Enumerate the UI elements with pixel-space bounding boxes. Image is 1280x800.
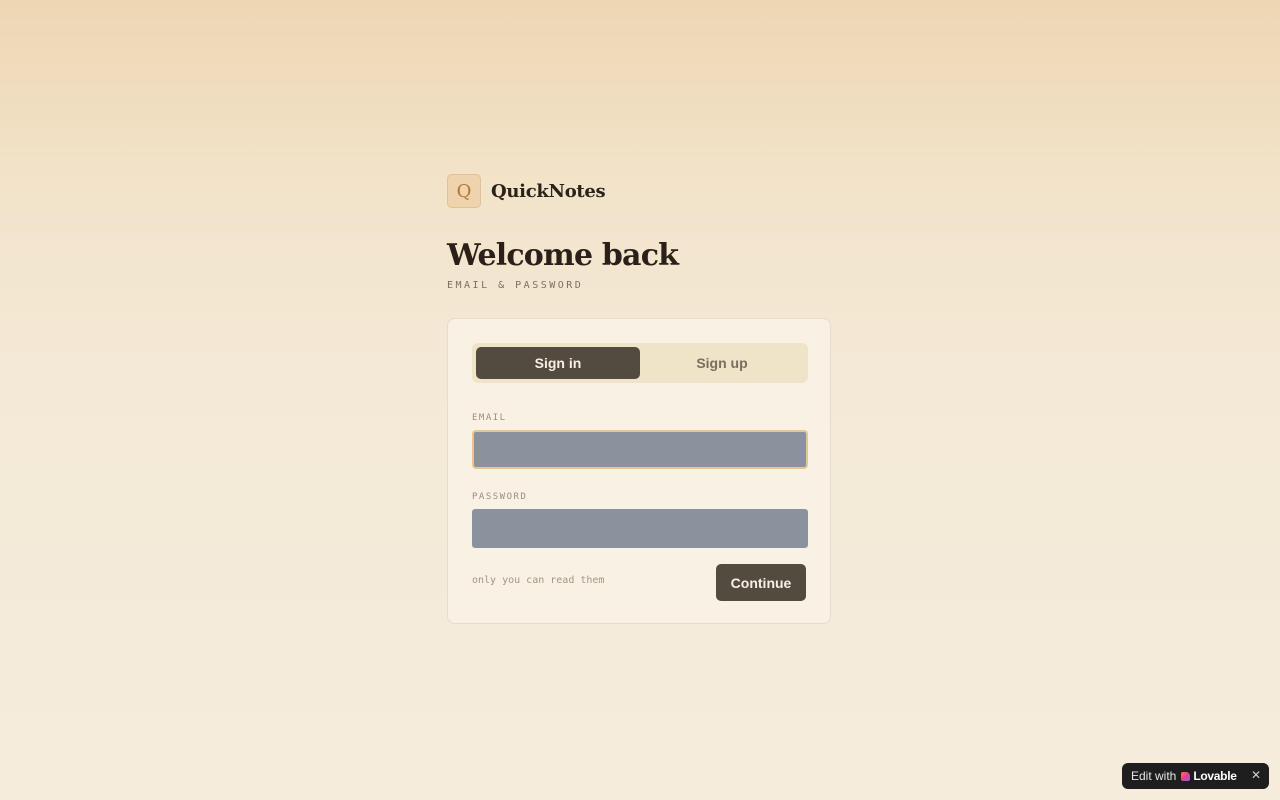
page-subtitle: EMAIL & PASSWORD — [447, 280, 584, 291]
badge-prefix: Edit with — [1131, 769, 1177, 783]
continue-button[interactable]: Continue — [716, 564, 806, 601]
password-label: PASSWORD — [472, 492, 528, 502]
email-label: EMAIL — [472, 413, 507, 423]
brand-name: QuickNotes — [491, 180, 606, 202]
logo-icon: Q — [447, 174, 481, 208]
lovable-heart-icon — [1181, 771, 1191, 781]
password-field[interactable] — [472, 509, 808, 548]
close-icon[interactable]: ✕ — [1251, 768, 1261, 782]
page-title: Welcome back — [447, 238, 679, 273]
brand: Q QuickNotes — [447, 174, 833, 208]
lovable-brand-text: Lovable — [1193, 769, 1237, 783]
auth-card: Sign in Sign up EMAIL PASSWORD only you … — [447, 318, 831, 624]
tab-sign-in[interactable]: Sign in — [476, 347, 640, 379]
privacy-hint: only you can read them — [472, 575, 605, 586]
email-field[interactable] — [472, 430, 808, 469]
auth-tabs: Sign in Sign up — [472, 343, 808, 383]
edit-with-lovable-badge[interactable]: Edit with Lovable ✕ — [1122, 763, 1269, 789]
auth-container: Q QuickNotes Welcome back EMAIL & PASSWO… — [447, 174, 833, 624]
lovable-logo: Lovable — [1181, 769, 1237, 783]
tab-sign-up[interactable]: Sign up — [640, 347, 804, 379]
